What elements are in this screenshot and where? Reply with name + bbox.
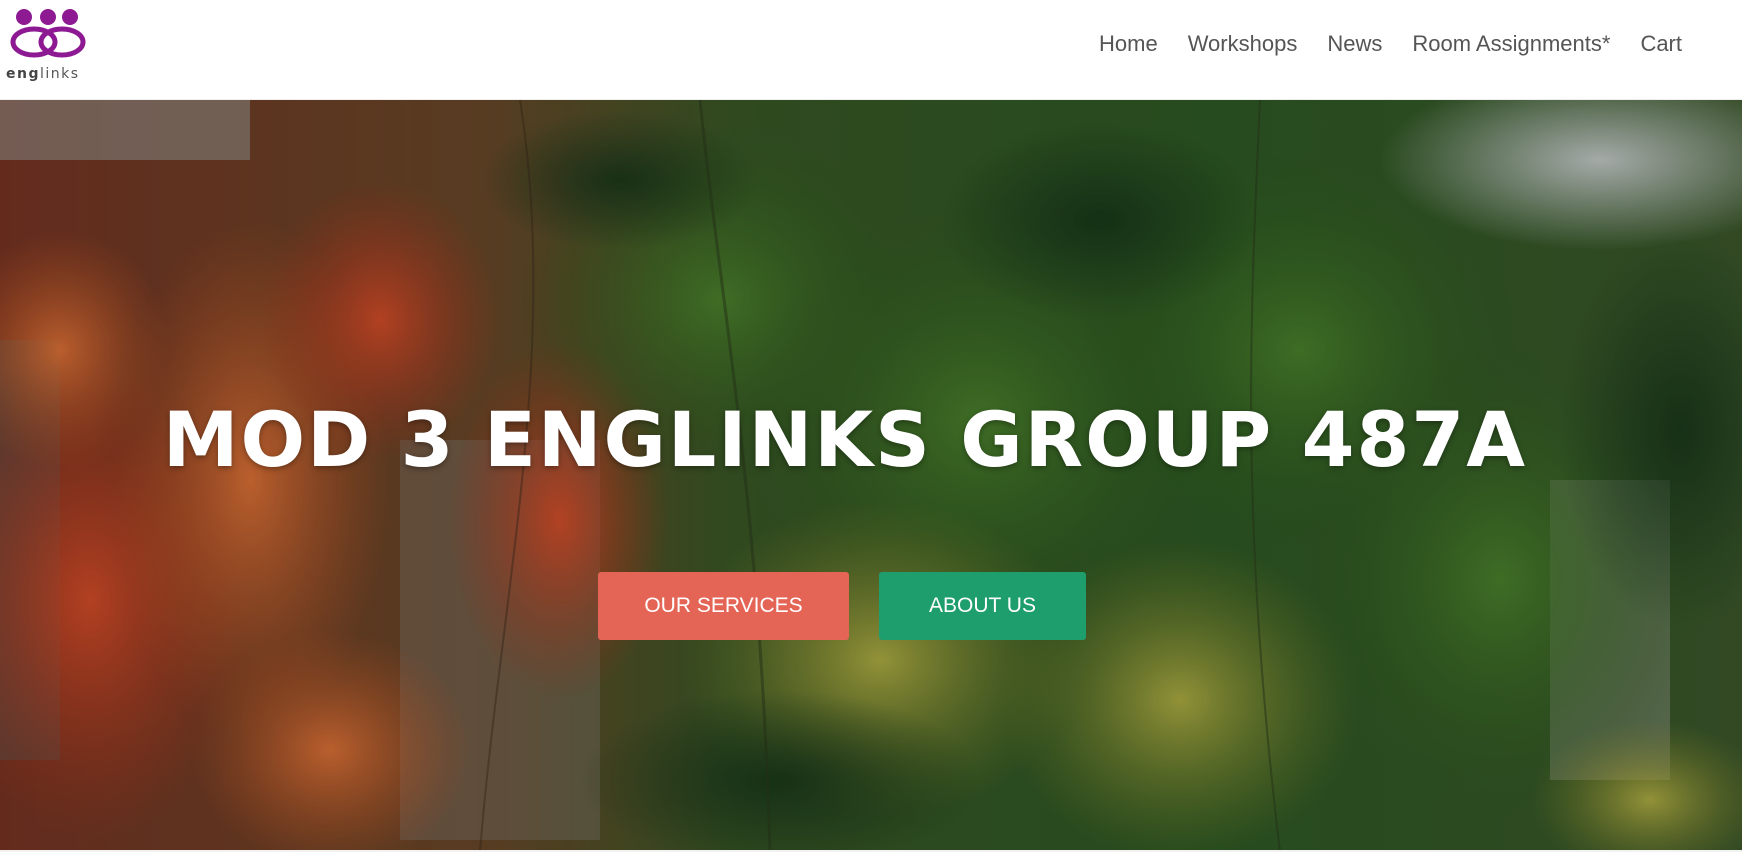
main-nav: Home Workshops News Room Assignments* Ca…	[1084, 28, 1697, 60]
englinks-logo[interactable]: englinks	[4, 8, 88, 82]
nav-cart[interactable]: Cart	[1625, 28, 1697, 60]
hero-section: MOD 3 ENGLINKS GROUP 487A	[0, 100, 1742, 852]
about-us-button[interactable]: ABOUT US	[879, 572, 1086, 640]
hero-title: MOD 3 ENGLINKS GROUP 487A	[162, 395, 1528, 484]
page: englinks Home Workshops News Room Assign…	[0, 0, 1742, 852]
logo-wordmark-bold: eng	[6, 66, 40, 82]
nav-room-assignments[interactable]: Room Assignments*	[1397, 28, 1625, 60]
logo-wordmark-rest: links	[39, 66, 80, 82]
nav-workshops[interactable]: Workshops	[1173, 28, 1313, 60]
logo-wordmark: englinks	[6, 66, 80, 82]
our-services-button[interactable]: OUR SERVICES	[598, 572, 849, 640]
site-header: englinks Home Workshops News Room Assign…	[0, 0, 1742, 100]
nav-news[interactable]: News	[1312, 28, 1397, 60]
nav-home[interactable]: Home	[1084, 28, 1173, 60]
people-links-icon	[10, 9, 86, 58]
